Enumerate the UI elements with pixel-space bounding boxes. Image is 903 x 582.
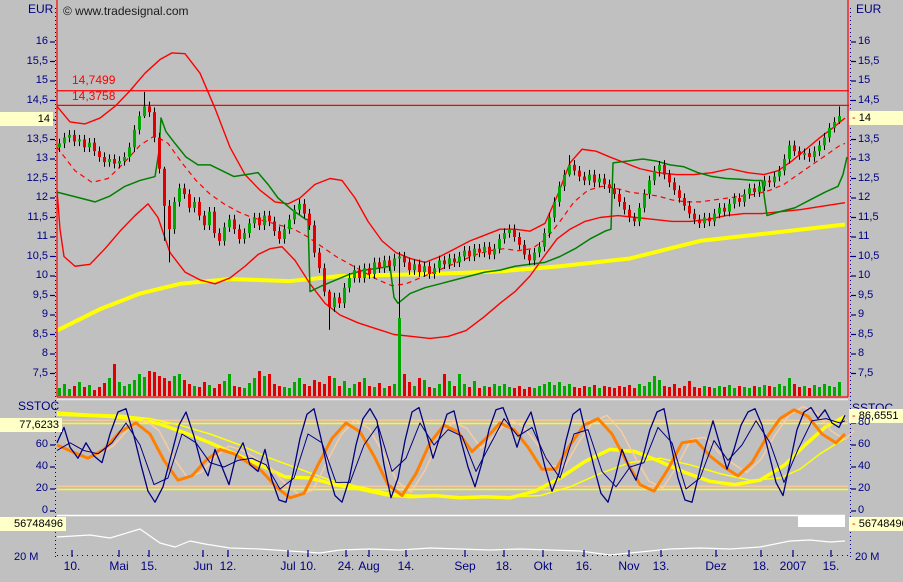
sstoc-axis-tick-right: 40 [858, 460, 871, 472]
x-axis-tick-label: 18. [752, 559, 770, 573]
price-axis-tick-left: 10,5 [26, 249, 48, 262]
price-axis-tick-right: 8,5 [858, 327, 874, 340]
price-axis-tick-left: 16 [35, 35, 48, 47]
price-axis-tick-right: 15 [858, 74, 871, 86]
price-axis-tick-right: 14,5 [858, 93, 880, 106]
x-axis-tick-label: Dez [705, 559, 727, 573]
sstoc-axis-tick-right: 0 [858, 504, 865, 516]
price-axis-tick-right: 12,5 [858, 171, 880, 184]
sstoc-axis-tick-left: 0 [41, 504, 48, 516]
x-axis-tick-label: 18. [495, 559, 513, 573]
x-axis-tick-label: Nov [618, 559, 640, 573]
price-axis-tick-left: 8,5 [32, 327, 48, 340]
price-axis-tick-right: 12 [858, 191, 871, 203]
price-axis-tick-left: 13,5 [26, 132, 48, 145]
price-axis-tick-left: 9 [41, 308, 48, 320]
x-axis-tick-label: 15. [822, 559, 840, 573]
x-axis-tick-label: 10. [63, 559, 81, 573]
price-axis-tick-left: 12,5 [26, 171, 48, 184]
price-axis-tick-left: 15,5 [26, 54, 48, 67]
price-axis-tick-right: 10,5 [858, 249, 880, 262]
sstoc-axis-tick-right: 80 [858, 416, 871, 428]
sstoc-axis-tick-right: 60 [858, 438, 871, 450]
price-axis-tick-right: 11,5 [858, 210, 879, 223]
price-axis-tick-left: 9,5 [32, 288, 48, 301]
price-axis-tick-right: 10 [858, 269, 871, 281]
price-axis-tick-left: 10 [35, 269, 48, 281]
sstoc-axis-tick-right: 20 [858, 482, 871, 494]
price-axis-tick-right: 8 [858, 347, 865, 359]
sstoc-axis-tick-left: 20 [35, 482, 48, 494]
x-axis-tick-label: Okt [533, 559, 553, 573]
price-axis-tick-right: 7,5 [858, 366, 874, 379]
x-axis-tick-label: 16. [575, 559, 593, 573]
price-axis-tick-right: 13 [858, 152, 871, 164]
x-axis-tick-label: 15. [140, 559, 158, 573]
x-axis-tick-label: Aug [358, 559, 380, 573]
price-axis-tick-left: 13 [35, 152, 48, 164]
sstoc-axis-tick-left: 60 [35, 438, 48, 450]
price-axis-tick-right: 9,5 [858, 288, 874, 301]
price-axis-tick-left: 12 [35, 191, 48, 203]
x-axis-tick-label: 13. [652, 559, 670, 573]
price-axis-tick-left: 15 [35, 74, 48, 86]
price-axis-tick-right: 9 [858, 308, 865, 320]
tradesignal-chart-window: { "app": { "copyright": "© www.tradesign… [0, 0, 903, 582]
x-axis-tick-label: 10. [299, 559, 317, 573]
price-axis-tick-left: 11 [36, 230, 48, 242]
generated-axis-labels: 16 16 15,5 15,5 15 15 14,5 14,5 13,5 13,5 13 13 12,5… [0, 0, 903, 582]
price-axis-tick-left: 14,5 [26, 93, 48, 106]
x-axis-tick-label: Mai [109, 559, 129, 573]
price-axis-tick-right: 15,5 [858, 54, 880, 67]
price-axis-tick-right: 13,5 [858, 132, 880, 145]
x-axis-tick-label: 12. [219, 559, 237, 573]
price-axis-tick-right: 11 [858, 230, 870, 242]
sstoc-axis-tick-left: 40 [35, 460, 48, 472]
x-axis-tick-label: Jun [193, 559, 213, 573]
price-axis-tick-right: 16 [858, 35, 871, 47]
price-axis-tick-left: 8 [41, 347, 48, 359]
x-axis-tick-label: 2007 [779, 559, 807, 573]
x-axis-tick-label: 14. [397, 559, 415, 573]
price-axis-tick-left: 11,5 [27, 210, 48, 223]
x-axis-tick-label: Sep [454, 559, 476, 573]
price-axis-tick-left: 7,5 [32, 366, 48, 379]
